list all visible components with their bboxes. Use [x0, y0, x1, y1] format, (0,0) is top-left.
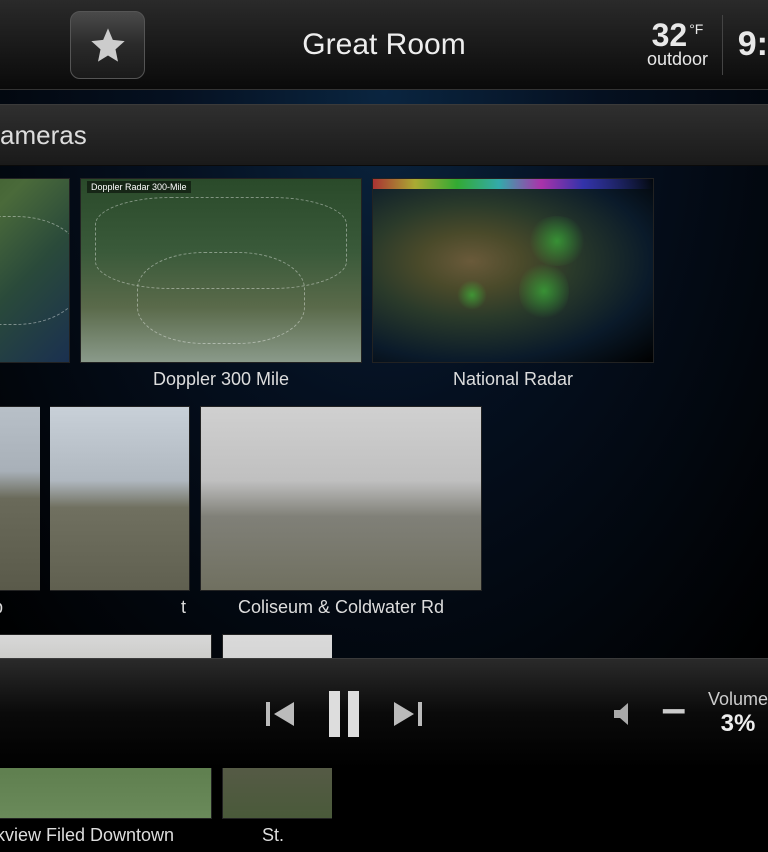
- skip-next-icon: [392, 702, 422, 726]
- favorites-button[interactable]: [70, 11, 145, 79]
- temperature-label: outdoor: [647, 49, 708, 70]
- camera-label: St.: [222, 819, 332, 852]
- camera-tile[interactable]: Doppler Radar 300-Mile Doppler 300 Mile: [80, 178, 362, 396]
- media-controls: [266, 691, 422, 737]
- camera-label: [0, 363, 70, 375]
- section-header: ameras: [0, 104, 768, 166]
- media-footer: – Volume 3%: [0, 658, 768, 768]
- pause-icon: [326, 691, 362, 737]
- camera-label: Coliseum & Coldwater Rd: [200, 591, 482, 624]
- camera-thumbnail: [0, 178, 70, 363]
- mute-button[interactable]: [611, 700, 639, 728]
- speaker-icon: [611, 700, 639, 728]
- camera-thumbnail: [372, 178, 654, 363]
- camera-label: Doppler 300 Mile: [80, 363, 362, 396]
- content-area: ameras Doppler Radar 300-Mile Doppler 30…: [0, 90, 768, 658]
- camera-tile[interactable]: [0, 178, 70, 396]
- temperature-value: 32: [652, 19, 688, 51]
- volume-down-button[interactable]: –: [661, 700, 685, 728]
- room-title: Great Room: [302, 28, 465, 62]
- clock-time: 9:: [738, 25, 768, 64]
- camera-label: Parkview Filed Downtown: [0, 819, 212, 852]
- camera-thumbnail: Doppler Radar 300-Mile: [80, 178, 362, 363]
- pause-button[interactable]: [326, 691, 362, 737]
- next-button[interactable]: [392, 702, 422, 726]
- previous-button[interactable]: [266, 702, 296, 726]
- camera-tile[interactable]: National Radar: [372, 178, 654, 396]
- volume-value: 3%: [708, 710, 768, 738]
- section-title: ameras: [0, 120, 87, 151]
- weather-readout: 32 °F outdoor: [647, 19, 708, 70]
- camera-label: t: [50, 591, 190, 624]
- volume-section: – Volume 3%: [611, 689, 768, 738]
- camera-thumbnail: [0, 406, 40, 591]
- volume-label: Volume: [708, 689, 768, 710]
- star-icon: [88, 25, 128, 65]
- camera-tile[interactable]: Coliseum & Coldwater Rd: [200, 406, 482, 624]
- camera-tile[interactable]: t: [50, 406, 190, 624]
- temperature-unit: °F: [689, 21, 703, 37]
- camera-thumbnail: [200, 406, 482, 591]
- header-divider: [722, 15, 723, 75]
- camera-thumbnail: [50, 406, 190, 591]
- header-bar: Great Room 32 °F outdoor 9:: [0, 0, 768, 90]
- skip-previous-icon: [266, 702, 296, 726]
- camera-label: Dup: [0, 591, 40, 624]
- camera-tile[interactable]: Dup: [0, 406, 40, 624]
- camera-label: National Radar: [372, 363, 654, 396]
- volume-readout: Volume 3%: [708, 689, 768, 738]
